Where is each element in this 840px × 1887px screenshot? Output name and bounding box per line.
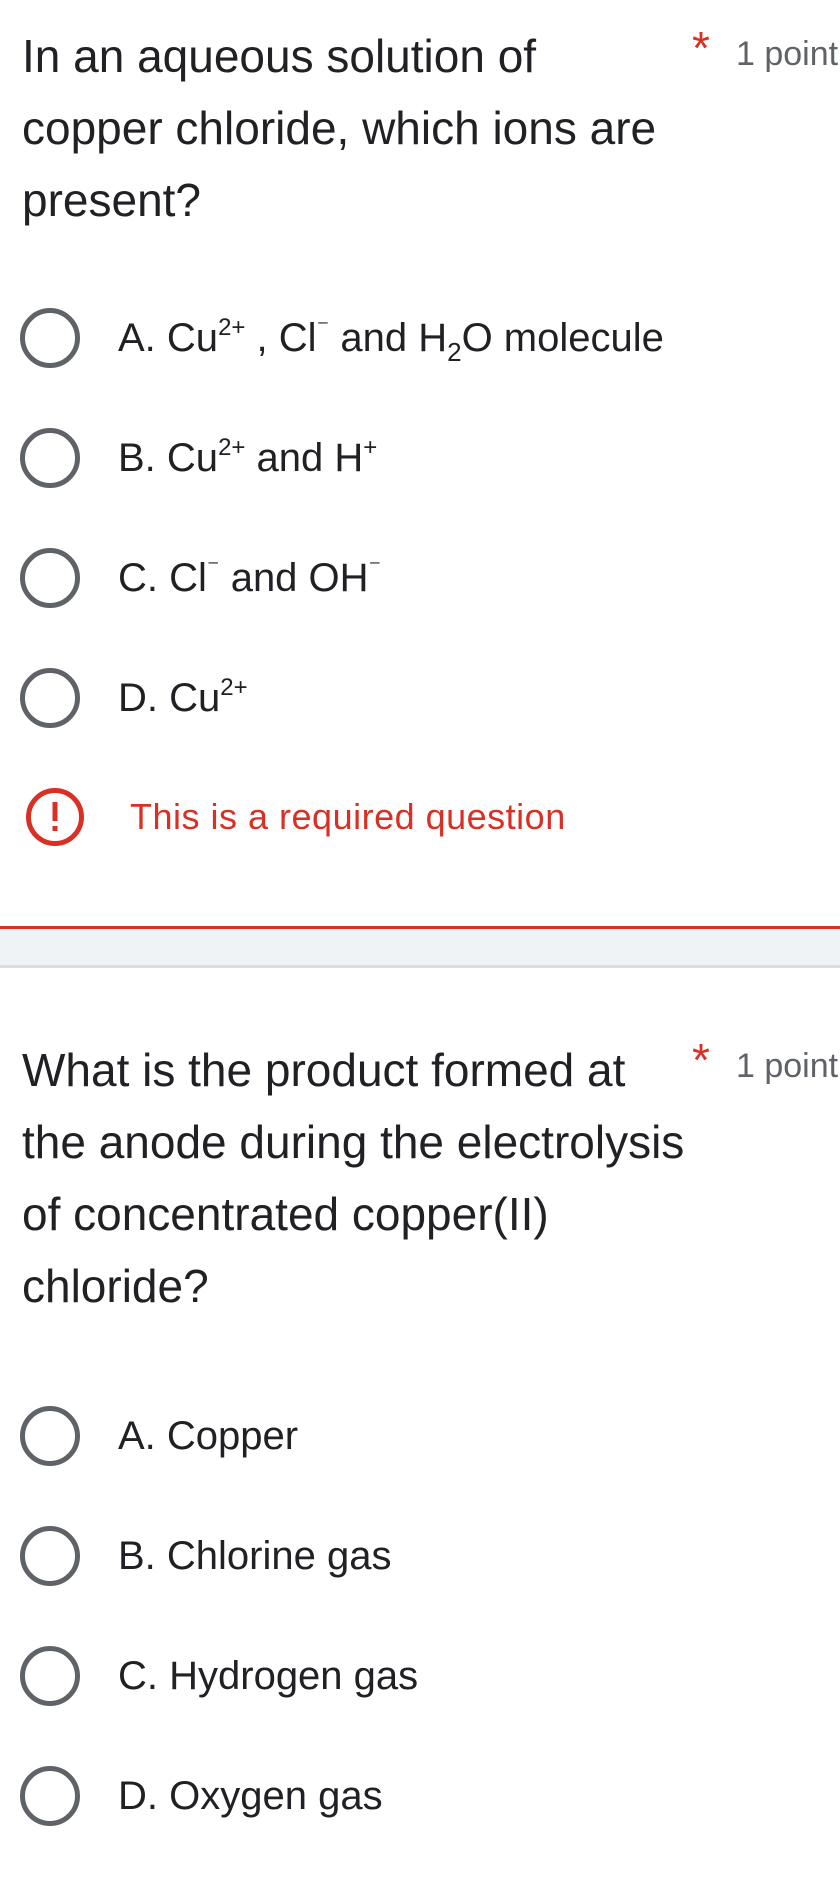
option-label: D. Cu2+ <box>118 674 248 721</box>
section-divider <box>0 965 840 968</box>
question-card-1: In an aqueous solution of copper chlorid… <box>0 0 840 928</box>
option-label: A. Copper <box>118 1414 299 1458</box>
required-asterisk: * <box>692 1034 710 1086</box>
required-asterisk: * <box>692 22 710 74</box>
option-c[interactable]: C. Cl⁻ and OH⁻ <box>20 543 800 613</box>
option-d[interactable]: D. Cu2+ <box>20 663 800 733</box>
radio-unchecked-icon[interactable] <box>20 668 80 728</box>
radio-unchecked-icon[interactable] <box>20 1766 80 1826</box>
question-title: In an aqueous solution of copper chlorid… <box>22 30 657 226</box>
question-card-2: What is the product formed at the anode … <box>0 1034 840 1887</box>
option-a[interactable]: A. Copper <box>20 1401 800 1471</box>
option-b[interactable]: B. Chlorine gas <box>20 1521 800 1591</box>
radio-unchecked-icon[interactable] <box>20 308 80 368</box>
option-label: A. Cu2+ , Cl⁻ and H2O molecule <box>118 314 664 367</box>
required-error: This is a required question <box>26 788 566 846</box>
question-points: 1 point <box>736 1047 839 1085</box>
radio-unchecked-icon[interactable] <box>20 548 80 608</box>
radio-unchecked-icon[interactable] <box>20 1646 80 1706</box>
question-header: In an aqueous solution of copper chlorid… <box>22 20 840 236</box>
section-gap <box>0 929 840 965</box>
question-title: What is the product formed at the anode … <box>22 1044 685 1312</box>
option-label: C. Hydrogen gas <box>118 1654 419 1698</box>
question-points: 1 point <box>736 35 839 73</box>
radio-unchecked-icon[interactable] <box>20 1406 80 1466</box>
option-label: D. Oxygen gas <box>118 1774 383 1818</box>
option-label: C. Cl⁻ and OH⁻ <box>118 554 382 601</box>
question-header: What is the product formed at the anode … <box>22 1034 840 1322</box>
error-message: This is a required question <box>130 796 566 837</box>
option-label: B. Cu2+ and H+ <box>118 434 378 481</box>
option-label: B. Chlorine gas <box>118 1534 392 1578</box>
exclamation-circle-icon <box>26 788 84 846</box>
radio-unchecked-icon[interactable] <box>20 1526 80 1586</box>
option-c[interactable]: C. Hydrogen gas <box>20 1641 800 1711</box>
option-d[interactable]: D. Oxygen gas <box>20 1761 800 1831</box>
option-b[interactable]: B. Cu2+ and H+ <box>20 423 800 493</box>
radio-unchecked-icon[interactable] <box>20 428 80 488</box>
option-a[interactable]: A. Cu2+ , Cl⁻ and H2O molecule <box>20 303 800 373</box>
